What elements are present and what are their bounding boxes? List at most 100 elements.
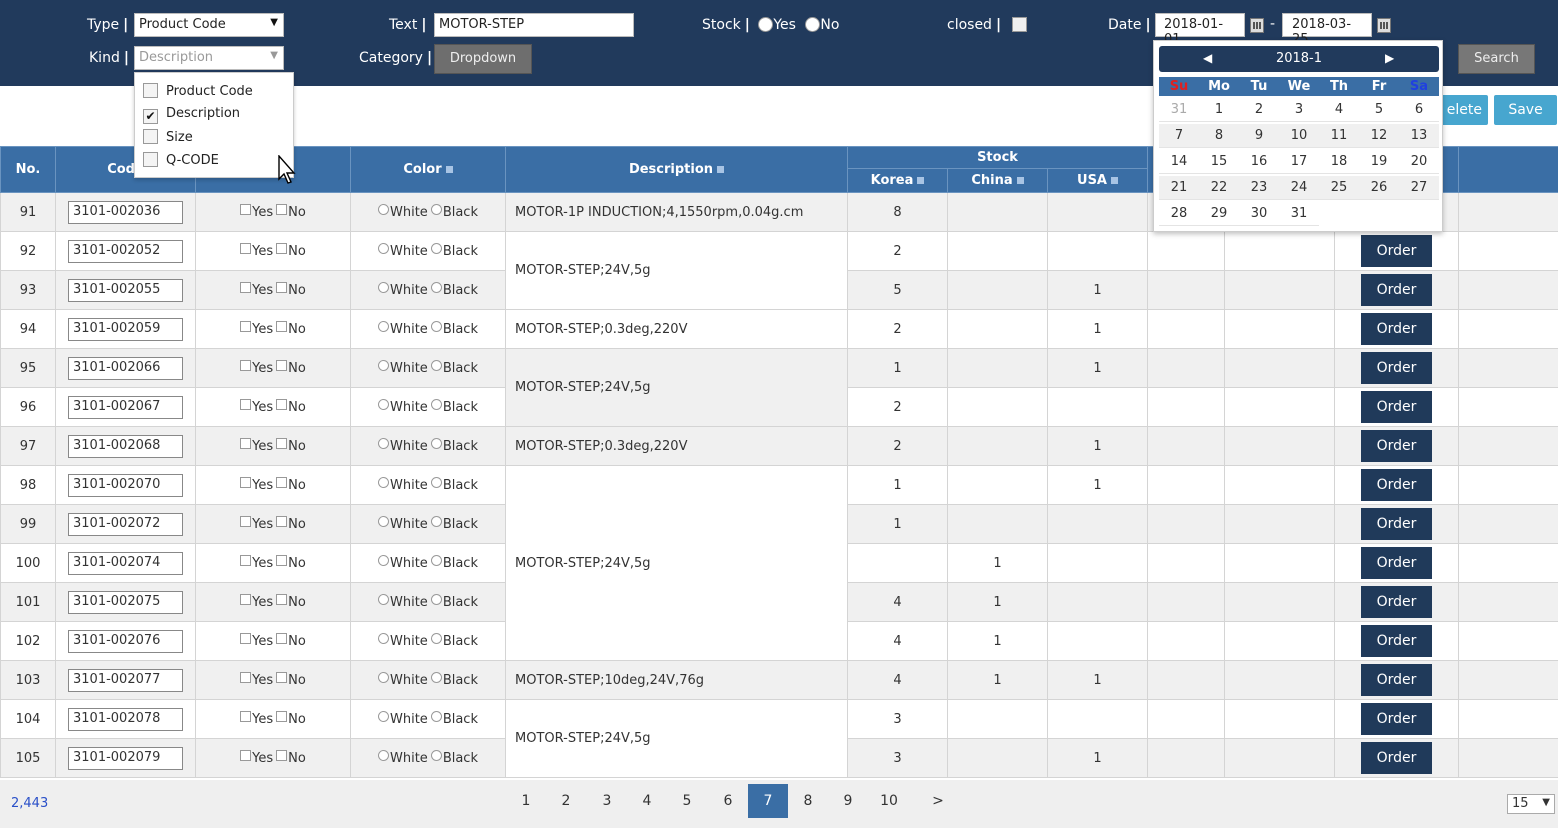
no-checkbox[interactable] bbox=[276, 282, 288, 293]
white-radio[interactable] bbox=[378, 711, 389, 722]
sort-icon[interactable] bbox=[1111, 177, 1118, 184]
calendar-day[interactable]: 31 bbox=[1159, 98, 1199, 122]
code-input[interactable]: 3101-002068 bbox=[68, 434, 183, 458]
option-checkbox[interactable] bbox=[143, 129, 158, 144]
no-checkbox[interactable] bbox=[276, 633, 288, 644]
code-input[interactable]: 3101-002074 bbox=[68, 551, 183, 575]
calendar-icon[interactable] bbox=[1377, 18, 1391, 33]
order-button[interactable]: Order bbox=[1361, 313, 1433, 345]
page-button[interactable]: 5 bbox=[667, 784, 707, 818]
yes-checkbox[interactable] bbox=[240, 477, 252, 488]
stock-no-radio[interactable] bbox=[805, 17, 821, 32]
code-input[interactable]: 3101-002078 bbox=[68, 707, 183, 731]
page-button[interactable]: 4 bbox=[627, 784, 667, 818]
calendar-day[interactable]: 28 bbox=[1159, 202, 1199, 226]
code-input[interactable]: 3101-002076 bbox=[68, 629, 183, 653]
kind-option[interactable]: Size bbox=[143, 129, 193, 149]
yes-checkbox[interactable] bbox=[240, 711, 252, 722]
calendar-day[interactable]: 25 bbox=[1319, 176, 1359, 200]
white-radio[interactable] bbox=[378, 438, 389, 449]
calendar-day[interactable]: 20 bbox=[1399, 150, 1439, 174]
yes-checkbox[interactable] bbox=[240, 243, 252, 254]
calendar-day[interactable]: 23 bbox=[1239, 176, 1279, 200]
kind-option[interactable]: ✔ Description bbox=[143, 106, 240, 126]
sort-icon[interactable] bbox=[717, 166, 725, 173]
calendar-day[interactable]: 15 bbox=[1199, 150, 1239, 174]
yes-checkbox[interactable] bbox=[240, 360, 252, 371]
calendar-day[interactable]: 16 bbox=[1239, 150, 1279, 174]
header-description[interactable]: Description bbox=[505, 146, 848, 193]
option-checkbox[interactable] bbox=[143, 152, 158, 167]
save-button[interactable]: Save bbox=[1494, 95, 1557, 125]
calendar-day[interactable]: 13 bbox=[1399, 124, 1439, 148]
white-radio[interactable] bbox=[378, 360, 389, 371]
calendar-day[interactable]: 4 bbox=[1319, 98, 1359, 122]
yes-checkbox[interactable] bbox=[240, 672, 252, 683]
black-radio[interactable] bbox=[430, 243, 442, 254]
calendar-day[interactable]: 17 bbox=[1279, 150, 1319, 174]
calendar-day[interactable]: 2 bbox=[1239, 98, 1279, 122]
black-radio[interactable] bbox=[430, 282, 442, 293]
page-button[interactable]: 8 bbox=[788, 784, 828, 818]
calendar-day[interactable]: 8 bbox=[1199, 124, 1239, 148]
header-china[interactable]: China bbox=[947, 168, 1048, 193]
calendar-day[interactable]: 10 bbox=[1279, 124, 1319, 148]
yes-checkbox[interactable] bbox=[240, 438, 252, 449]
order-button[interactable]: Order bbox=[1361, 625, 1433, 657]
white-radio[interactable] bbox=[378, 243, 389, 254]
calendar-day[interactable]: 30 bbox=[1239, 202, 1279, 226]
page-button[interactable]: 7 bbox=[748, 784, 788, 818]
order-button[interactable]: Order bbox=[1361, 235, 1433, 267]
calendar-day[interactable]: 7 bbox=[1159, 124, 1199, 148]
order-button[interactable]: Order bbox=[1361, 703, 1433, 735]
black-radio[interactable] bbox=[430, 711, 442, 722]
order-button[interactable]: Order bbox=[1361, 430, 1433, 462]
header-usa[interactable]: USA bbox=[1046, 168, 1149, 193]
calendar-day[interactable]: 6 bbox=[1399, 98, 1439, 122]
no-checkbox[interactable] bbox=[276, 594, 288, 605]
white-radio[interactable] bbox=[378, 594, 389, 605]
calendar-day[interactable]: 11 bbox=[1319, 124, 1359, 148]
black-radio[interactable] bbox=[430, 438, 442, 449]
calendar-day[interactable]: 18 bbox=[1319, 150, 1359, 174]
code-input[interactable]: 3101-002079 bbox=[68, 746, 183, 770]
page-button[interactable]: 9 bbox=[828, 784, 868, 818]
type-select[interactable]: Product Code ▼ bbox=[134, 13, 284, 37]
white-radio[interactable] bbox=[378, 282, 389, 293]
calendar-day[interactable]: 27 bbox=[1399, 176, 1439, 200]
yes-checkbox[interactable] bbox=[240, 321, 252, 332]
yes-checkbox[interactable] bbox=[240, 594, 252, 605]
calendar-day[interactable]: 5 bbox=[1359, 98, 1399, 122]
yes-checkbox[interactable] bbox=[240, 633, 252, 644]
sort-icon[interactable] bbox=[445, 166, 453, 173]
white-radio[interactable] bbox=[378, 672, 389, 683]
no-checkbox[interactable] bbox=[276, 243, 288, 254]
order-button[interactable]: Order bbox=[1361, 664, 1433, 696]
no-checkbox[interactable] bbox=[276, 750, 288, 761]
white-radio[interactable] bbox=[378, 516, 389, 527]
page-button[interactable]: 10 bbox=[869, 784, 909, 818]
checkmark-icon[interactable]: ✔ bbox=[143, 109, 158, 124]
no-checkbox[interactable] bbox=[276, 477, 288, 488]
black-radio[interactable] bbox=[430, 555, 442, 566]
option-checkbox[interactable] bbox=[143, 83, 158, 98]
black-radio[interactable] bbox=[430, 477, 442, 488]
no-checkbox[interactable] bbox=[276, 204, 288, 215]
order-button[interactable]: Order bbox=[1361, 742, 1433, 774]
search-button[interactable]: Search bbox=[1458, 44, 1535, 74]
sort-icon[interactable] bbox=[917, 177, 925, 184]
no-checkbox[interactable] bbox=[276, 399, 288, 410]
kind-option[interactable]: Q-CODE bbox=[143, 152, 219, 172]
code-input[interactable]: 3101-002036 bbox=[68, 200, 183, 224]
order-button[interactable]: Order bbox=[1361, 547, 1433, 579]
page-button[interactable]: 2 bbox=[546, 784, 586, 818]
code-input[interactable]: 3101-002072 bbox=[68, 512, 183, 536]
kind-option[interactable]: Product Code bbox=[143, 83, 253, 103]
page-button[interactable]: 1 bbox=[506, 784, 546, 818]
no-checkbox[interactable] bbox=[276, 672, 288, 683]
black-radio[interactable] bbox=[430, 750, 442, 761]
white-radio[interactable] bbox=[378, 750, 389, 761]
category-dropdown-button[interactable]: Dropdown bbox=[434, 44, 532, 74]
prev-month-icon[interactable]: ◀ bbox=[1203, 51, 1212, 65]
order-button[interactable]: Order bbox=[1361, 274, 1433, 306]
